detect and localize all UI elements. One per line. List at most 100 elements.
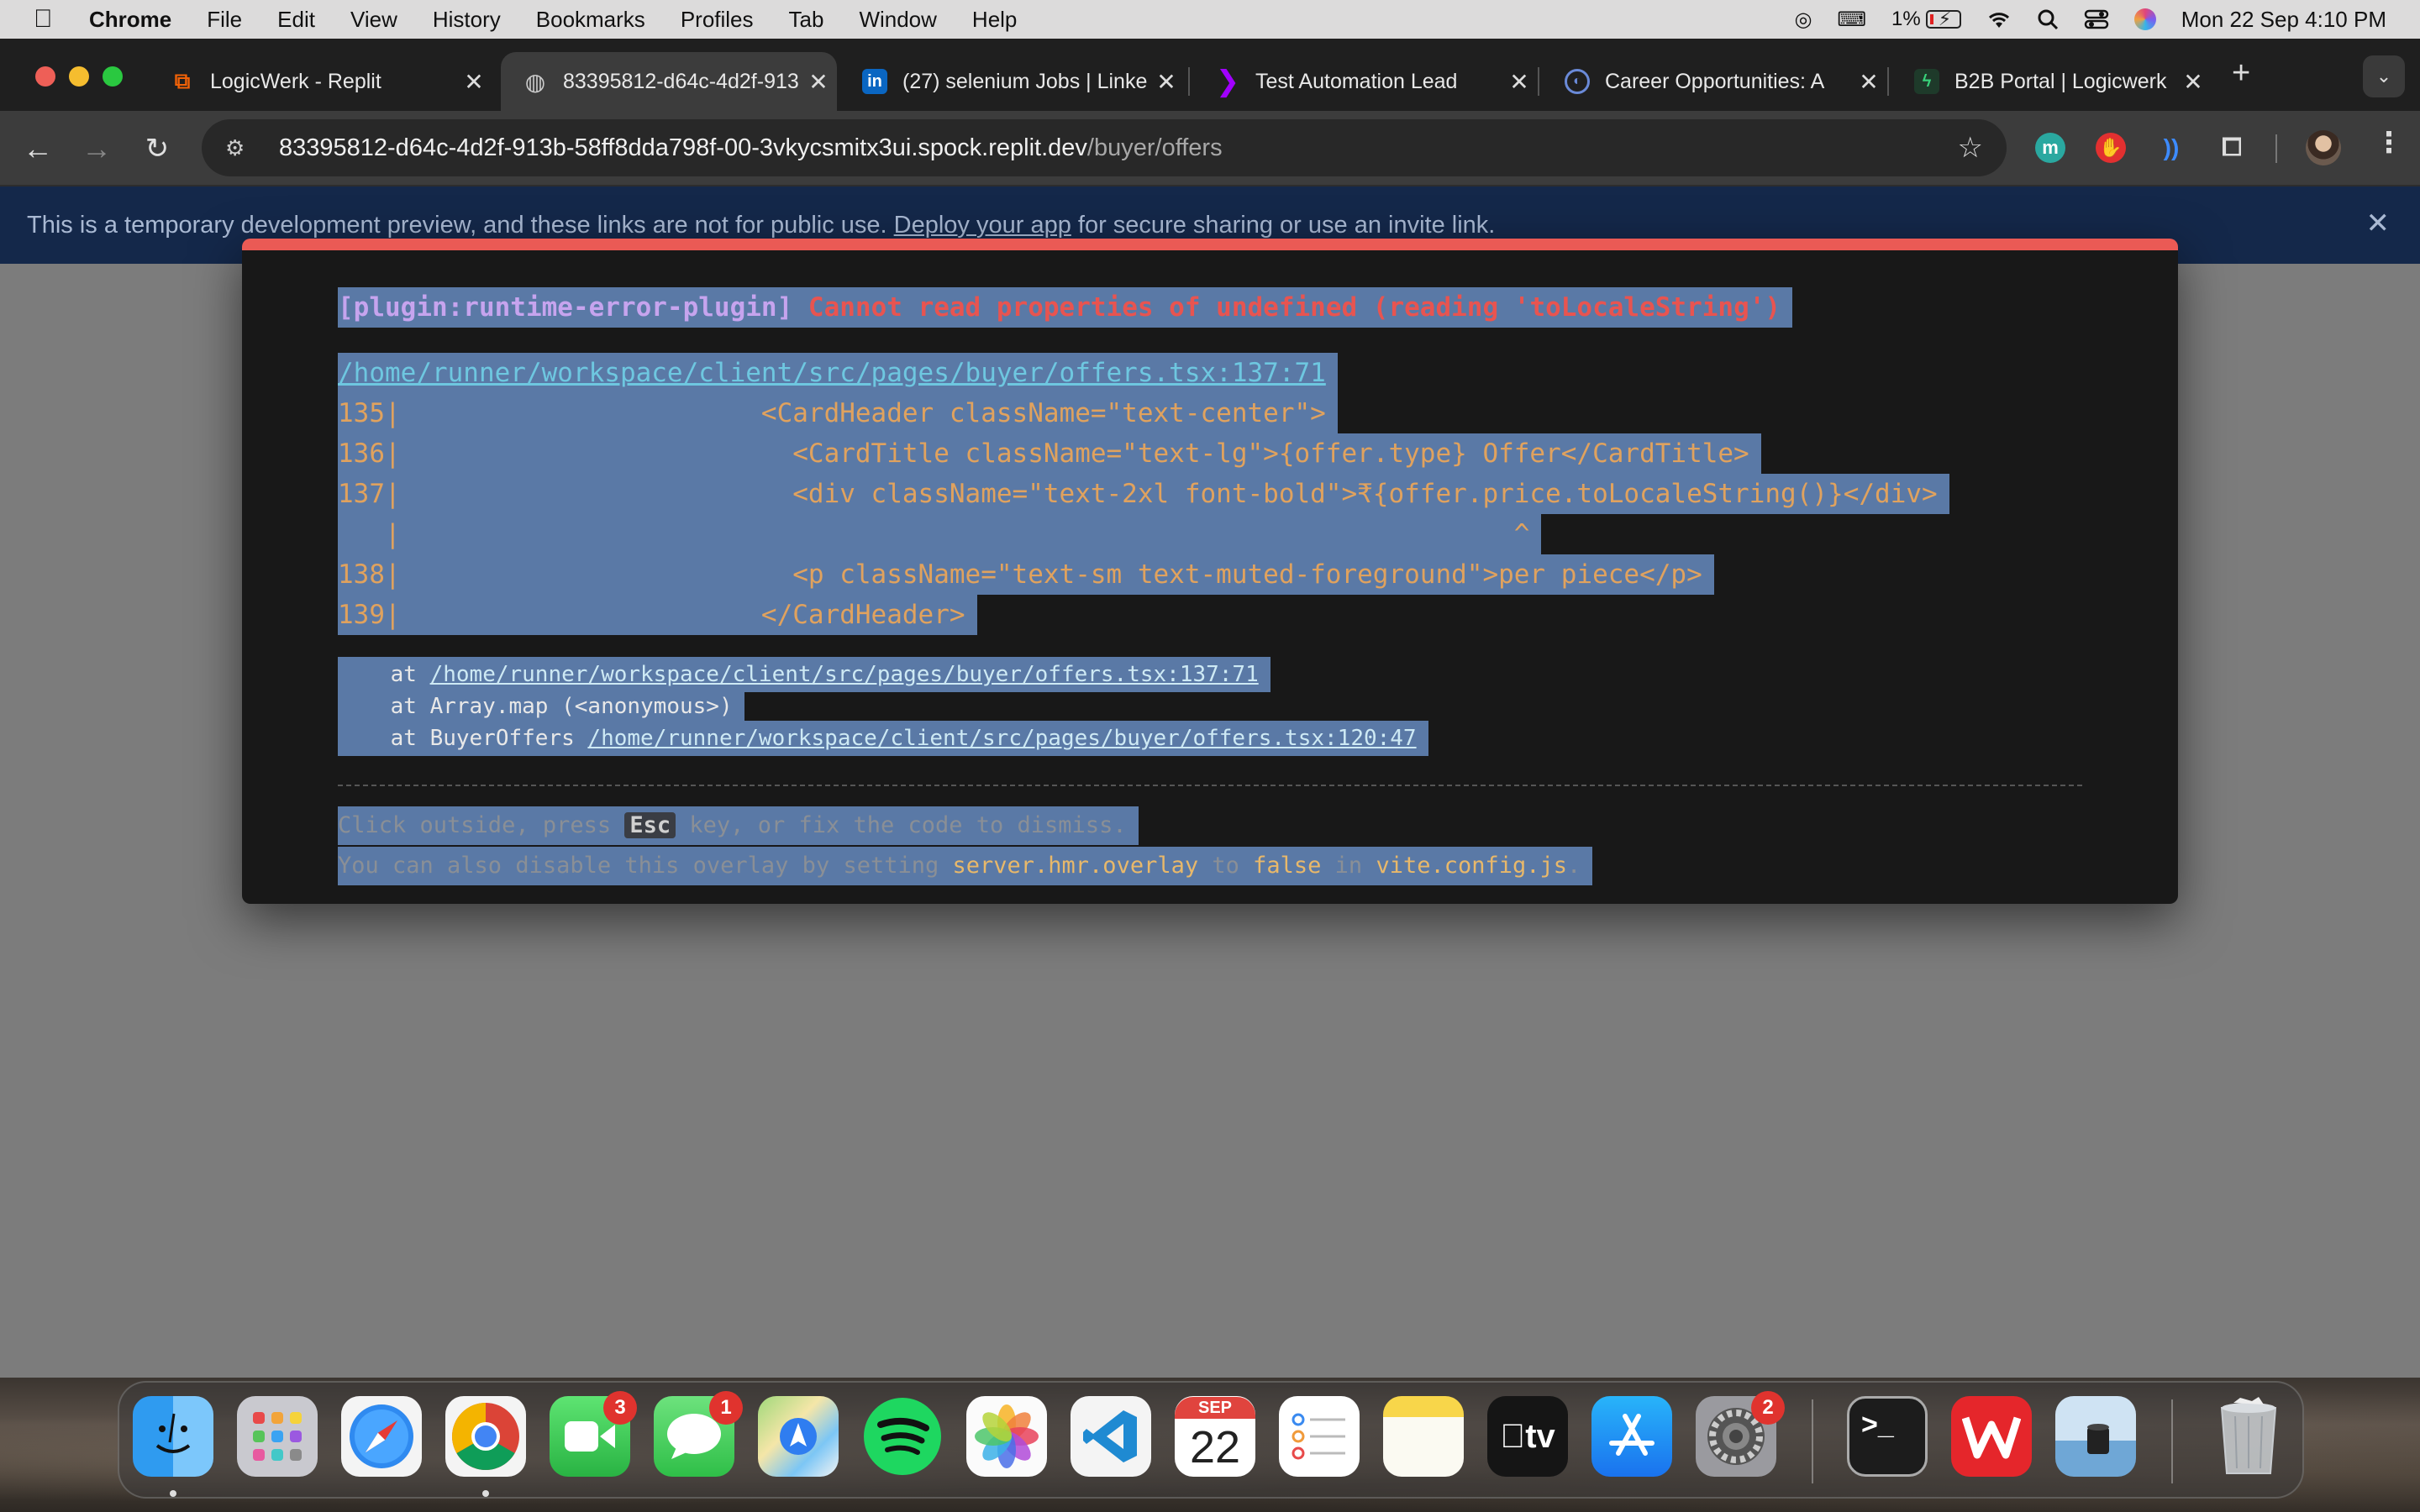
tab-preview-active[interactable]: ◍ 83395812-d64c-4d2f-913b ✕ xyxy=(501,52,837,111)
tab-close-icon[interactable]: ✕ xyxy=(455,68,492,96)
globe-icon: ◍ xyxy=(524,68,546,95)
config-file-name: vite.config.js xyxy=(1376,853,1568,879)
trash-icon[interactable] xyxy=(2208,1396,2289,1477)
menu-bookmarks[interactable]: Bookmarks xyxy=(536,7,645,33)
tip-text: to xyxy=(1198,853,1254,879)
tab-close-icon[interactable]: ✕ xyxy=(1850,68,1887,96)
finder-icon[interactable] xyxy=(133,1396,213,1477)
spotlight-search-icon[interactable] xyxy=(2037,8,2059,30)
tab-separator xyxy=(1188,67,1190,96)
tab-close-icon[interactable]: ✕ xyxy=(1501,68,1538,96)
vscode-icon[interactable] xyxy=(1071,1396,1151,1477)
terminal-icon[interactable]: >_ xyxy=(1847,1396,1928,1477)
stack-frame-link[interactable]: /home/runner/workspace/client/src/pages/… xyxy=(430,662,1259,687)
tab-linkedin[interactable]: in (27) selenium Jobs | LinkedIn ✕ xyxy=(840,52,1185,111)
extension-audio-icon[interactable]: )) xyxy=(2156,133,2186,163)
portal-icon: ϟ xyxy=(1914,69,1939,94)
tip-text: key, or fix the code to dismiss. xyxy=(676,812,1127,838)
stack-frame: at Array.map (<anonymous>) xyxy=(338,689,744,724)
tab-b2b-portal[interactable]: ϟ B2B Portal | Logicwerk ✕ xyxy=(1892,52,2212,111)
menu-bar:  Chrome File Edit View History Bookmark… xyxy=(0,0,2420,39)
banner-close-icon[interactable]: ✕ xyxy=(2366,207,2391,240)
control-center-icon[interactable] xyxy=(2084,8,2109,30)
tip-text: Click outside, press xyxy=(338,812,625,838)
siri-icon[interactable] xyxy=(2133,8,2156,30)
window-close-button[interactable] xyxy=(35,66,55,87)
menu-profiles[interactable]: Profiles xyxy=(681,7,754,33)
menu-window[interactable]: Window xyxy=(859,7,936,33)
menu-file[interactable]: File xyxy=(207,7,242,33)
toolbar-separator xyxy=(2275,134,2277,163)
wifi-icon[interactable] xyxy=(1986,9,2012,29)
menubar-clock[interactable]: Mon 22 Sep 4:10 PM xyxy=(2181,7,2386,33)
menu-view[interactable]: View xyxy=(350,7,397,33)
tab-close-icon[interactable]: ✕ xyxy=(800,68,837,96)
chrome-icon[interactable] xyxy=(445,1396,526,1477)
dock-separator xyxy=(2171,1399,2173,1483)
disable-overlay-tip: You can also disable this overlay by set… xyxy=(338,847,1593,885)
error-file-link[interactable]: /home/runner/workspace/client/src/pages/… xyxy=(338,353,1338,393)
setting-value: false xyxy=(1253,853,1322,879)
site-settings-icon[interactable]: ⚙ xyxy=(225,135,250,161)
stack-frame-prefix: at Array.map (<anonymous>) xyxy=(338,694,733,719)
menu-history[interactable]: History xyxy=(433,7,501,33)
forward-arrow-icon[interactable]: → xyxy=(76,128,118,170)
banner-text-after: for secure sharing or use an invite link… xyxy=(1071,211,1496,239)
battery-status[interactable]: 1% ⚡ xyxy=(1891,8,1961,31)
stack-frame: at BuyerOffers /home/runner/workspace/cl… xyxy=(338,721,1428,756)
chrome-menu-icon[interactable]: ⋮ xyxy=(2375,126,2403,160)
overlay-divider xyxy=(338,785,2082,786)
airdrop-icon[interactable]: ◎ xyxy=(1794,8,1812,32)
reminders-icon[interactable] xyxy=(1279,1396,1360,1477)
reload-icon[interactable]: ↻ xyxy=(136,128,178,170)
safari-icon[interactable] xyxy=(341,1396,422,1477)
extension-stop-hand-icon[interactable]: ✋ xyxy=(2096,133,2126,163)
stack-frame: at /home/runner/workspace/client/src/pag… xyxy=(338,657,1270,692)
appletv-icon[interactable]: tv xyxy=(1487,1396,1568,1477)
window-minimize-button[interactable] xyxy=(69,66,89,87)
preview-icon[interactable] xyxy=(2055,1396,2136,1477)
tab-close-icon[interactable]: ✕ xyxy=(2175,68,2212,96)
bookmark-star-icon[interactable]: ☆ xyxy=(1958,131,1983,165)
replit-icon: ⧉ xyxy=(174,68,191,93)
stack-frame-link[interactable]: /home/runner/workspace/client/src/pages/… xyxy=(587,726,1416,751)
calendar-icon[interactable]: SEP 22 xyxy=(1175,1396,1255,1477)
vite-error-overlay[interactable]: [plugin:runtime-error-plugin] Cannot rea… xyxy=(242,239,2178,904)
tab-replit[interactable]: ⧉ LogicWerk - Replit ✕ xyxy=(148,52,492,111)
tab-search-chevron-icon[interactable]: ⌄ xyxy=(2363,55,2405,97)
launchpad-icon[interactable] xyxy=(237,1396,318,1477)
maps-icon[interactable] xyxy=(758,1396,839,1477)
tab-close-icon[interactable]: ✕ xyxy=(1148,68,1185,96)
tab-career[interactable]: ◐ Career Opportunities: A ✕ xyxy=(1543,52,1887,111)
code-line-138: 138| <p className="text-sm text-muted-fo… xyxy=(338,554,1714,595)
notes-icon[interactable] xyxy=(1383,1396,1464,1477)
error-plugin: [plugin:runtime-error-plugin] xyxy=(338,292,793,323)
spotify-icon[interactable] xyxy=(862,1396,943,1477)
tab-accenture[interactable]: ❯ Test Automation Lead ✕ xyxy=(1193,52,1538,111)
keyboard-icon[interactable]: ⌨ xyxy=(1837,8,1866,32)
photos-icon[interactable] xyxy=(966,1396,1047,1477)
menu-tab[interactable]: Tab xyxy=(789,7,824,33)
tip-text: in xyxy=(1321,853,1376,879)
deploy-app-link[interactable]: Deploy your app xyxy=(894,212,1071,239)
error-header: [plugin:runtime-error-plugin] Cannot rea… xyxy=(338,287,1793,328)
menu-app-name[interactable]: Chrome xyxy=(89,7,171,33)
extension-m-icon[interactable]: m xyxy=(2035,133,2065,163)
profile-avatar[interactable] xyxy=(2306,130,2341,165)
menu-help[interactable]: Help xyxy=(972,7,1017,33)
apple-menu-icon[interactable]:  xyxy=(34,5,57,34)
window-zoom-button[interactable] xyxy=(103,66,123,87)
running-indicator xyxy=(170,1490,176,1497)
wps-office-icon[interactable] xyxy=(1951,1396,2032,1477)
menu-edit[interactable]: Edit xyxy=(277,7,315,33)
appstore-icon[interactable] xyxy=(1591,1396,1672,1477)
new-tab-plus-icon[interactable]: + xyxy=(2232,55,2250,92)
url-text[interactable]: 83395812-d64c-4d2f-913b-58ff8dda798f-00-… xyxy=(279,134,1223,162)
code-caret-line: | ^ xyxy=(338,514,1542,554)
address-bar[interactable]: ⚙ 83395812-d64c-4d2f-913b-58ff8dda798f-0… xyxy=(202,119,2007,176)
accenture-icon: ❯ xyxy=(1215,66,1240,97)
back-arrow-icon[interactable]: ← xyxy=(17,128,59,170)
tip-text: You can also disable this overlay by set… xyxy=(338,853,953,879)
dismiss-tip: Click outside, press Esc key, or fix the… xyxy=(338,806,1139,845)
extensions-puzzle-icon[interactable]: ⧠ xyxy=(2217,133,2247,163)
